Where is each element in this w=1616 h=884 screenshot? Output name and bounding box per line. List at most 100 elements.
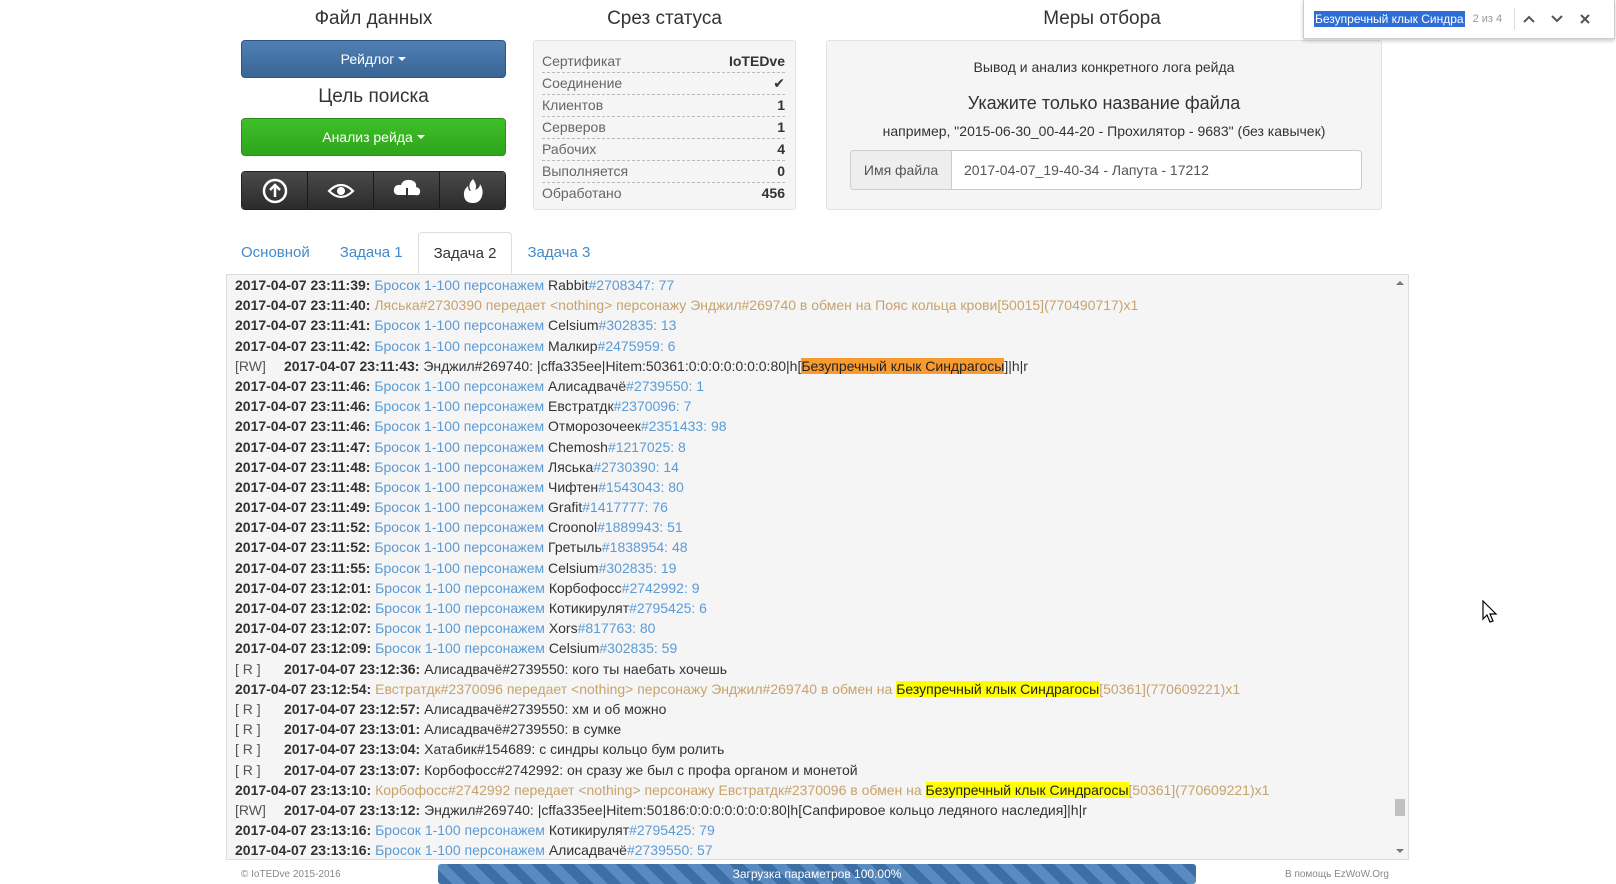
caret-down-icon [398, 57, 407, 61]
tab-task-1[interactable]: Задача 1 [325, 232, 418, 274]
search-target-title: Цель поиска [318, 86, 429, 107]
log-line: 2017-04-07 23:11:46: Бросок 1-100 персон… [227, 376, 1392, 396]
find-previous-button[interactable] [1515, 14, 1543, 24]
log-text: Бросок 1-100 персонажем [370, 438, 549, 455]
log-text: Celsium [548, 317, 599, 334]
log-line: 2017-04-07 23:12:09: Бросок 1-100 персон… [227, 638, 1392, 658]
log-timestamp: 2017-04-07 23:12:07: [235, 620, 372, 637]
scroll-up-icon[interactable] [1392, 277, 1408, 289]
log-text: #2475959: 6 [597, 337, 676, 354]
cloud-download-button[interactable] [374, 172, 440, 209]
upload-icon [262, 178, 287, 203]
log-line: 2017-04-07 23:11:40: Ляська#2730390 пере… [227, 295, 1392, 315]
filter-example: например, "2015-06-30_00-44-20 - Прохиля… [882, 123, 1326, 139]
log-line: 2017-04-07 23:12:07: Бросок 1-100 персон… [227, 618, 1392, 638]
log-text: #2351433: 98 [640, 418, 727, 435]
log-tag: [RW] [235, 801, 266, 818]
log-text: Xors [548, 620, 578, 637]
raid-analysis-dropdown-button[interactable]: Анализ рейда [241, 118, 506, 156]
log-text: [50361](770609221)x1 [1128, 781, 1270, 798]
log-timestamp: 2017-04-07 23:11:46: [235, 418, 371, 435]
log-text: Grafit [548, 499, 583, 516]
log-text: Бросок 1-100 персонажем [371, 579, 549, 596]
log-text: Бросок 1-100 персонажем [370, 478, 549, 495]
stat-label: Рабочих [542, 141, 597, 157]
log-text: #302835: 59 [599, 640, 678, 657]
log-text: Бросок 1-100 персонажем [370, 559, 549, 576]
tab-task-3[interactable]: Задача 3 [512, 232, 605, 274]
log-line: 2017-04-07 23:11:49: Бросок 1-100 персон… [227, 497, 1392, 517]
log-text: #302835: 13 [598, 317, 677, 334]
stat-label: Обработано [542, 185, 622, 201]
find-close-button[interactable] [1571, 13, 1599, 25]
log-line: 2017-04-07 23:11:39: Бросок 1-100 персон… [227, 275, 1392, 295]
stat-value: 0 [777, 163, 785, 179]
log-text: #2708347: 77 [588, 277, 675, 293]
task-tabs: Основной Задача 1 Задача 2 Задача 3 [226, 232, 605, 274]
upload-button[interactable] [242, 172, 308, 209]
log-view[interactable]: 2017-04-07 23:11:39: Бросок 1-100 персон… [226, 274, 1409, 860]
log-text: ]|h|r [1004, 357, 1028, 374]
log-timestamp: 2017-04-07 23:11:49: [235, 499, 371, 516]
log-text: Бросок 1-100 персонажем [370, 317, 549, 334]
log-text: Евстратдк [548, 398, 614, 415]
log-text: Ляська [548, 458, 594, 475]
log-text: Celsium [548, 640, 600, 657]
log-text: Бросок 1-100 персонажем [370, 398, 549, 415]
raidlog-dropdown-button[interactable]: Рейдлог [241, 40, 506, 78]
filter-description: Вывод и анализ конкретного лога рейда [973, 59, 1235, 75]
chevron-down-icon [1551, 15, 1563, 23]
log-text: Чифтен [548, 478, 599, 495]
tab-main[interactable]: Основной [226, 232, 325, 274]
progress-label: Загрузка параметров 100.00% [732, 867, 902, 881]
view-button[interactable] [308, 172, 374, 209]
scroll-down-icon[interactable] [1392, 845, 1408, 857]
filename-input[interactable]: 2017-04-07_19-40-34 - Лапута - 17212 [952, 151, 1361, 189]
log-text: Безупречный клык Синдрагосы [896, 680, 1100, 697]
log-timestamp: 2017-04-07 23:11:46: [235, 398, 371, 415]
log-text: Бросок 1-100 персонажем [370, 519, 549, 536]
log-text: Энджил#269740: |cffa335ee|Hitem:50186:0:… [420, 801, 1087, 818]
status-title: Срез статуса [607, 8, 722, 29]
log-timestamp: 2017-04-07 23:11:52: [235, 539, 371, 556]
log-text: Бросок 1-100 персонажем [370, 377, 549, 394]
log-scrollbar[interactable] [1392, 275, 1408, 859]
log-timestamp: 2017-04-07 23:11:43: [284, 357, 420, 374]
log-text: Алисадвачё [548, 842, 627, 859]
tab-task-2[interactable]: Задача 2 [417, 232, 513, 274]
log-line: 2017-04-07 23:13:10: Корбофосс#2742992 п… [227, 780, 1392, 800]
raid-analysis-button-label: Анализ рейда [322, 129, 413, 145]
log-text: Бросок 1-100 персонажем [371, 640, 549, 657]
scroll-thumb[interactable] [1395, 799, 1405, 816]
log-line: 2017-04-07 23:11:52: Бросок 1-100 персон… [227, 517, 1392, 537]
log-line: 2017-04-07 23:12:54: Евстратдк#2370096 п… [227, 679, 1392, 699]
raidlog-button-label: Рейдлог [340, 51, 395, 67]
log-timestamp: 2017-04-07 23:12:02: [235, 600, 372, 616]
stat-label: Выполняется [542, 163, 629, 179]
log-line: [ R ] 2017-04-07 23:12:36: Алисадвачё#273… [227, 659, 1392, 679]
eye-icon [326, 183, 355, 198]
log-text: Celsium [548, 559, 599, 576]
log-text: #2795425: 79 [629, 822, 715, 839]
log-text: Малкир [548, 337, 598, 354]
find-next-button[interactable] [1543, 14, 1571, 24]
log-text: Корбофосс#2742992 передает <nothing> пер… [371, 781, 926, 798]
fire-button[interactable] [440, 172, 505, 209]
log-line: 2017-04-07 23:11:48: Бросок 1-100 персон… [227, 457, 1392, 477]
log-text: Алисадвачё#2739550: хм и об можно [420, 700, 667, 717]
find-input[interactable]: Безупречный клык Синдра [1314, 11, 1465, 27]
log-timestamp: 2017-04-07 23:13:16: [235, 842, 372, 859]
log-timestamp: 2017-04-07 23:11:42: [235, 337, 371, 354]
log-tag: [ R ] [235, 660, 261, 677]
chevron-up-icon [1523, 15, 1535, 23]
log-text: Бросок 1-100 персонажем [370, 458, 549, 475]
help-link[interactable]: В помощь EzWoW.Org [1285, 869, 1389, 880]
log-line: 2017-04-07 23:12:01: Бросок 1-100 персон… [227, 578, 1392, 598]
log-tag: [ R ] [235, 721, 261, 738]
log-text: Бросок 1-100 персонажем [371, 822, 549, 839]
stat-row-running: Выполняется 0 [542, 161, 785, 183]
log-timestamp: 2017-04-07 23:13:12: [284, 801, 421, 818]
stat-row-processed: Обработано 456 [542, 183, 785, 204]
log-timestamp: 2017-04-07 23:13:16: [235, 822, 372, 839]
log-text: Алисадвачё#2739550: кого ты наебать хоче… [420, 660, 728, 677]
